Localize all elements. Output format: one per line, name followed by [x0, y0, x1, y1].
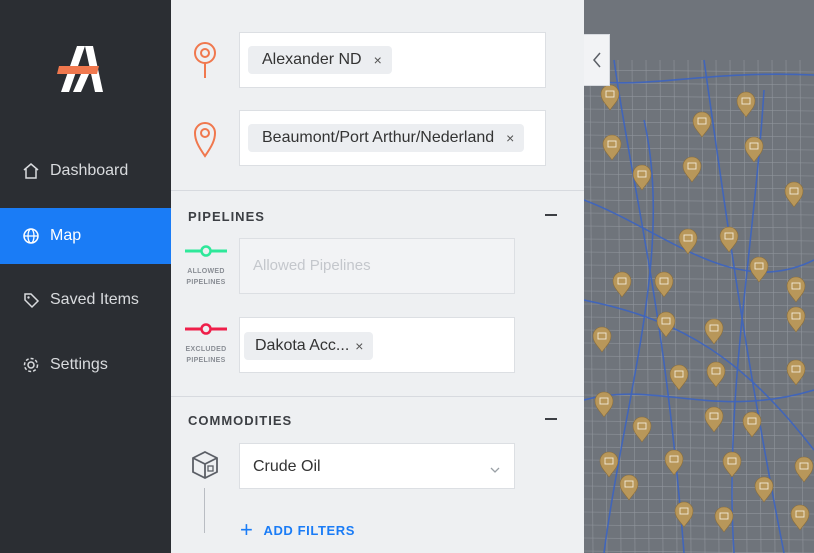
destination-chip-label: Beaumont/Port Arthur/Nederland	[262, 129, 495, 146]
chevron-down-icon	[490, 462, 500, 473]
nav-map[interactable]: Map	[0, 208, 171, 264]
excluded-label-line2: PIPELINES	[186, 357, 226, 364]
add-filters-label: ADD FILTERS	[263, 522, 356, 538]
chevron-left-icon	[592, 52, 601, 68]
commodities-title: COMMODITIES	[188, 413, 293, 428]
nav-saved-items-label: Saved Items	[50, 291, 139, 308]
nav-dashboard-label: Dashboard	[50, 162, 129, 179]
excluded-pipeline-chip: Dakota Acc... ×	[244, 332, 374, 360]
allowed-label-line2: PIPELINES	[186, 279, 226, 286]
home-icon	[22, 162, 40, 180]
destination-row: Beaumont/Port Arthur/Nederland ×	[171, 110, 584, 166]
origin-chip: Alexander ND ×	[248, 46, 392, 74]
plus-icon: +	[240, 517, 254, 542]
origin-row: Alexander ND ×	[171, 32, 584, 88]
globe-icon	[22, 227, 40, 245]
destination-chip-remove-icon[interactable]: ×	[506, 130, 514, 146]
destination-pin-icon	[192, 120, 218, 160]
sidebar: Dashboard Map Saved Items Settings	[0, 0, 171, 553]
excluded-pipeline-chip-label: Dakota Acc...	[255, 337, 350, 354]
allowed-pipelines-label: ALLOWED PIPELINES	[185, 266, 227, 288]
pipelines-collapse-button[interactable]	[545, 214, 557, 216]
excluded-pipeline-chip-remove-icon[interactable]: ×	[355, 338, 363, 354]
collapse-panel-button[interactable]	[584, 34, 610, 86]
tag-icon	[22, 291, 40, 309]
nav-saved-items[interactable]: Saved Items	[0, 272, 171, 328]
allowed-pipelines-input[interactable]: Allowed Pipelines	[239, 238, 515, 294]
connector-line	[204, 488, 205, 533]
nav-dashboard[interactable]: Dashboard	[0, 143, 171, 199]
origin-field[interactable]: Alexander ND ×	[239, 32, 546, 88]
nav-map-label: Map	[50, 227, 82, 244]
gear-icon	[22, 356, 40, 374]
commodity-select-value: Crude Oil	[253, 458, 321, 475]
nav-settings[interactable]: Settings	[0, 337, 171, 393]
excluded-pipelines-icon: EXCLUDED PIPELINES	[185, 322, 227, 366]
nav-settings-label: Settings	[50, 356, 108, 373]
add-filters-button[interactable]: + ADD FILTERS	[240, 517, 356, 542]
commodities-collapse-button[interactable]	[545, 418, 557, 420]
commodity-select[interactable]: Crude Oil	[239, 443, 515, 489]
origin-chip-remove-icon[interactable]: ×	[374, 52, 382, 68]
excluded-pipelines-input[interactable]: Dakota Acc... ×	[239, 317, 515, 373]
excluded-label-line1: EXCLUDED	[185, 346, 227, 353]
destination-chip: Beaumont/Port Arthur/Nederland ×	[248, 124, 525, 152]
divider	[171, 190, 584, 191]
excluded-pipelines-label: EXCLUDED PIPELINES	[185, 344, 227, 366]
pipelines-title: PIPELINES	[188, 209, 265, 224]
box-icon	[191, 450, 219, 480]
allowed-pipelines-icon: ALLOWED PIPELINES	[185, 244, 227, 288]
app-root: Dashboard Map Saved Items Settings Alexa…	[0, 0, 814, 553]
map-canvas[interactable]	[584, 0, 814, 553]
origin-pin-icon	[192, 40, 218, 80]
filter-panel: Alexander ND × Beaumont/Port Arthur/Nede…	[171, 0, 584, 553]
origin-chip-label: Alexander ND	[262, 51, 362, 68]
divider	[171, 396, 584, 397]
map-view[interactable]	[584, 0, 814, 553]
destination-field[interactable]: Beaumont/Port Arthur/Nederland ×	[239, 110, 546, 166]
allowed-label-line1: ALLOWED	[187, 268, 225, 275]
allowed-pipelines-placeholder: Allowed Pipelines	[253, 257, 371, 274]
app-logo[interactable]	[55, 44, 107, 94]
